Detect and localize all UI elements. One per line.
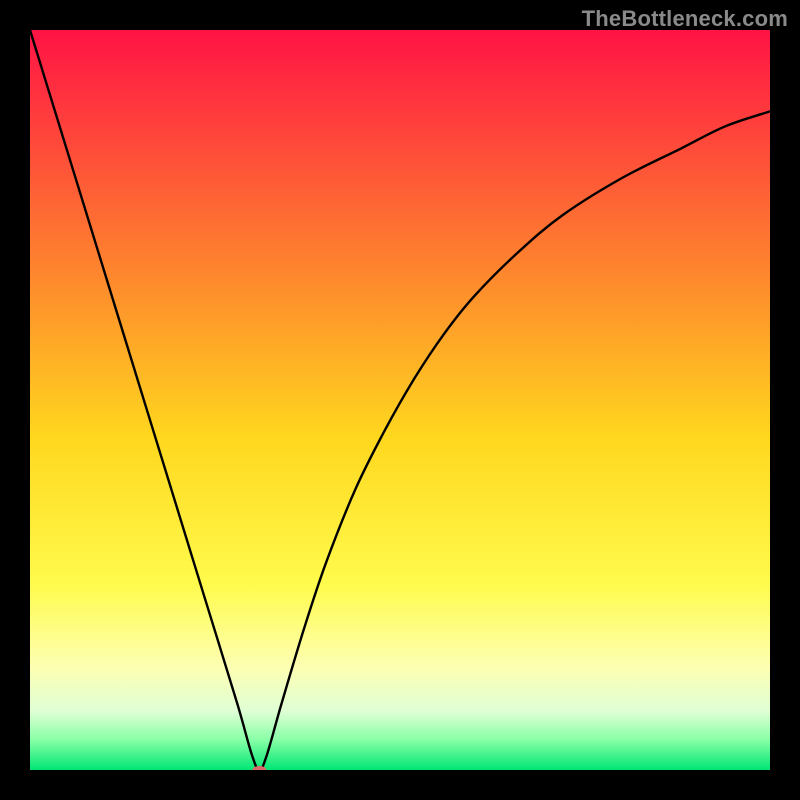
watermark-text: TheBottleneck.com	[582, 6, 788, 32]
chart-background	[30, 30, 770, 770]
bottleneck-chart	[30, 30, 770, 770]
chart-frame: TheBottleneck.com	[0, 0, 800, 800]
